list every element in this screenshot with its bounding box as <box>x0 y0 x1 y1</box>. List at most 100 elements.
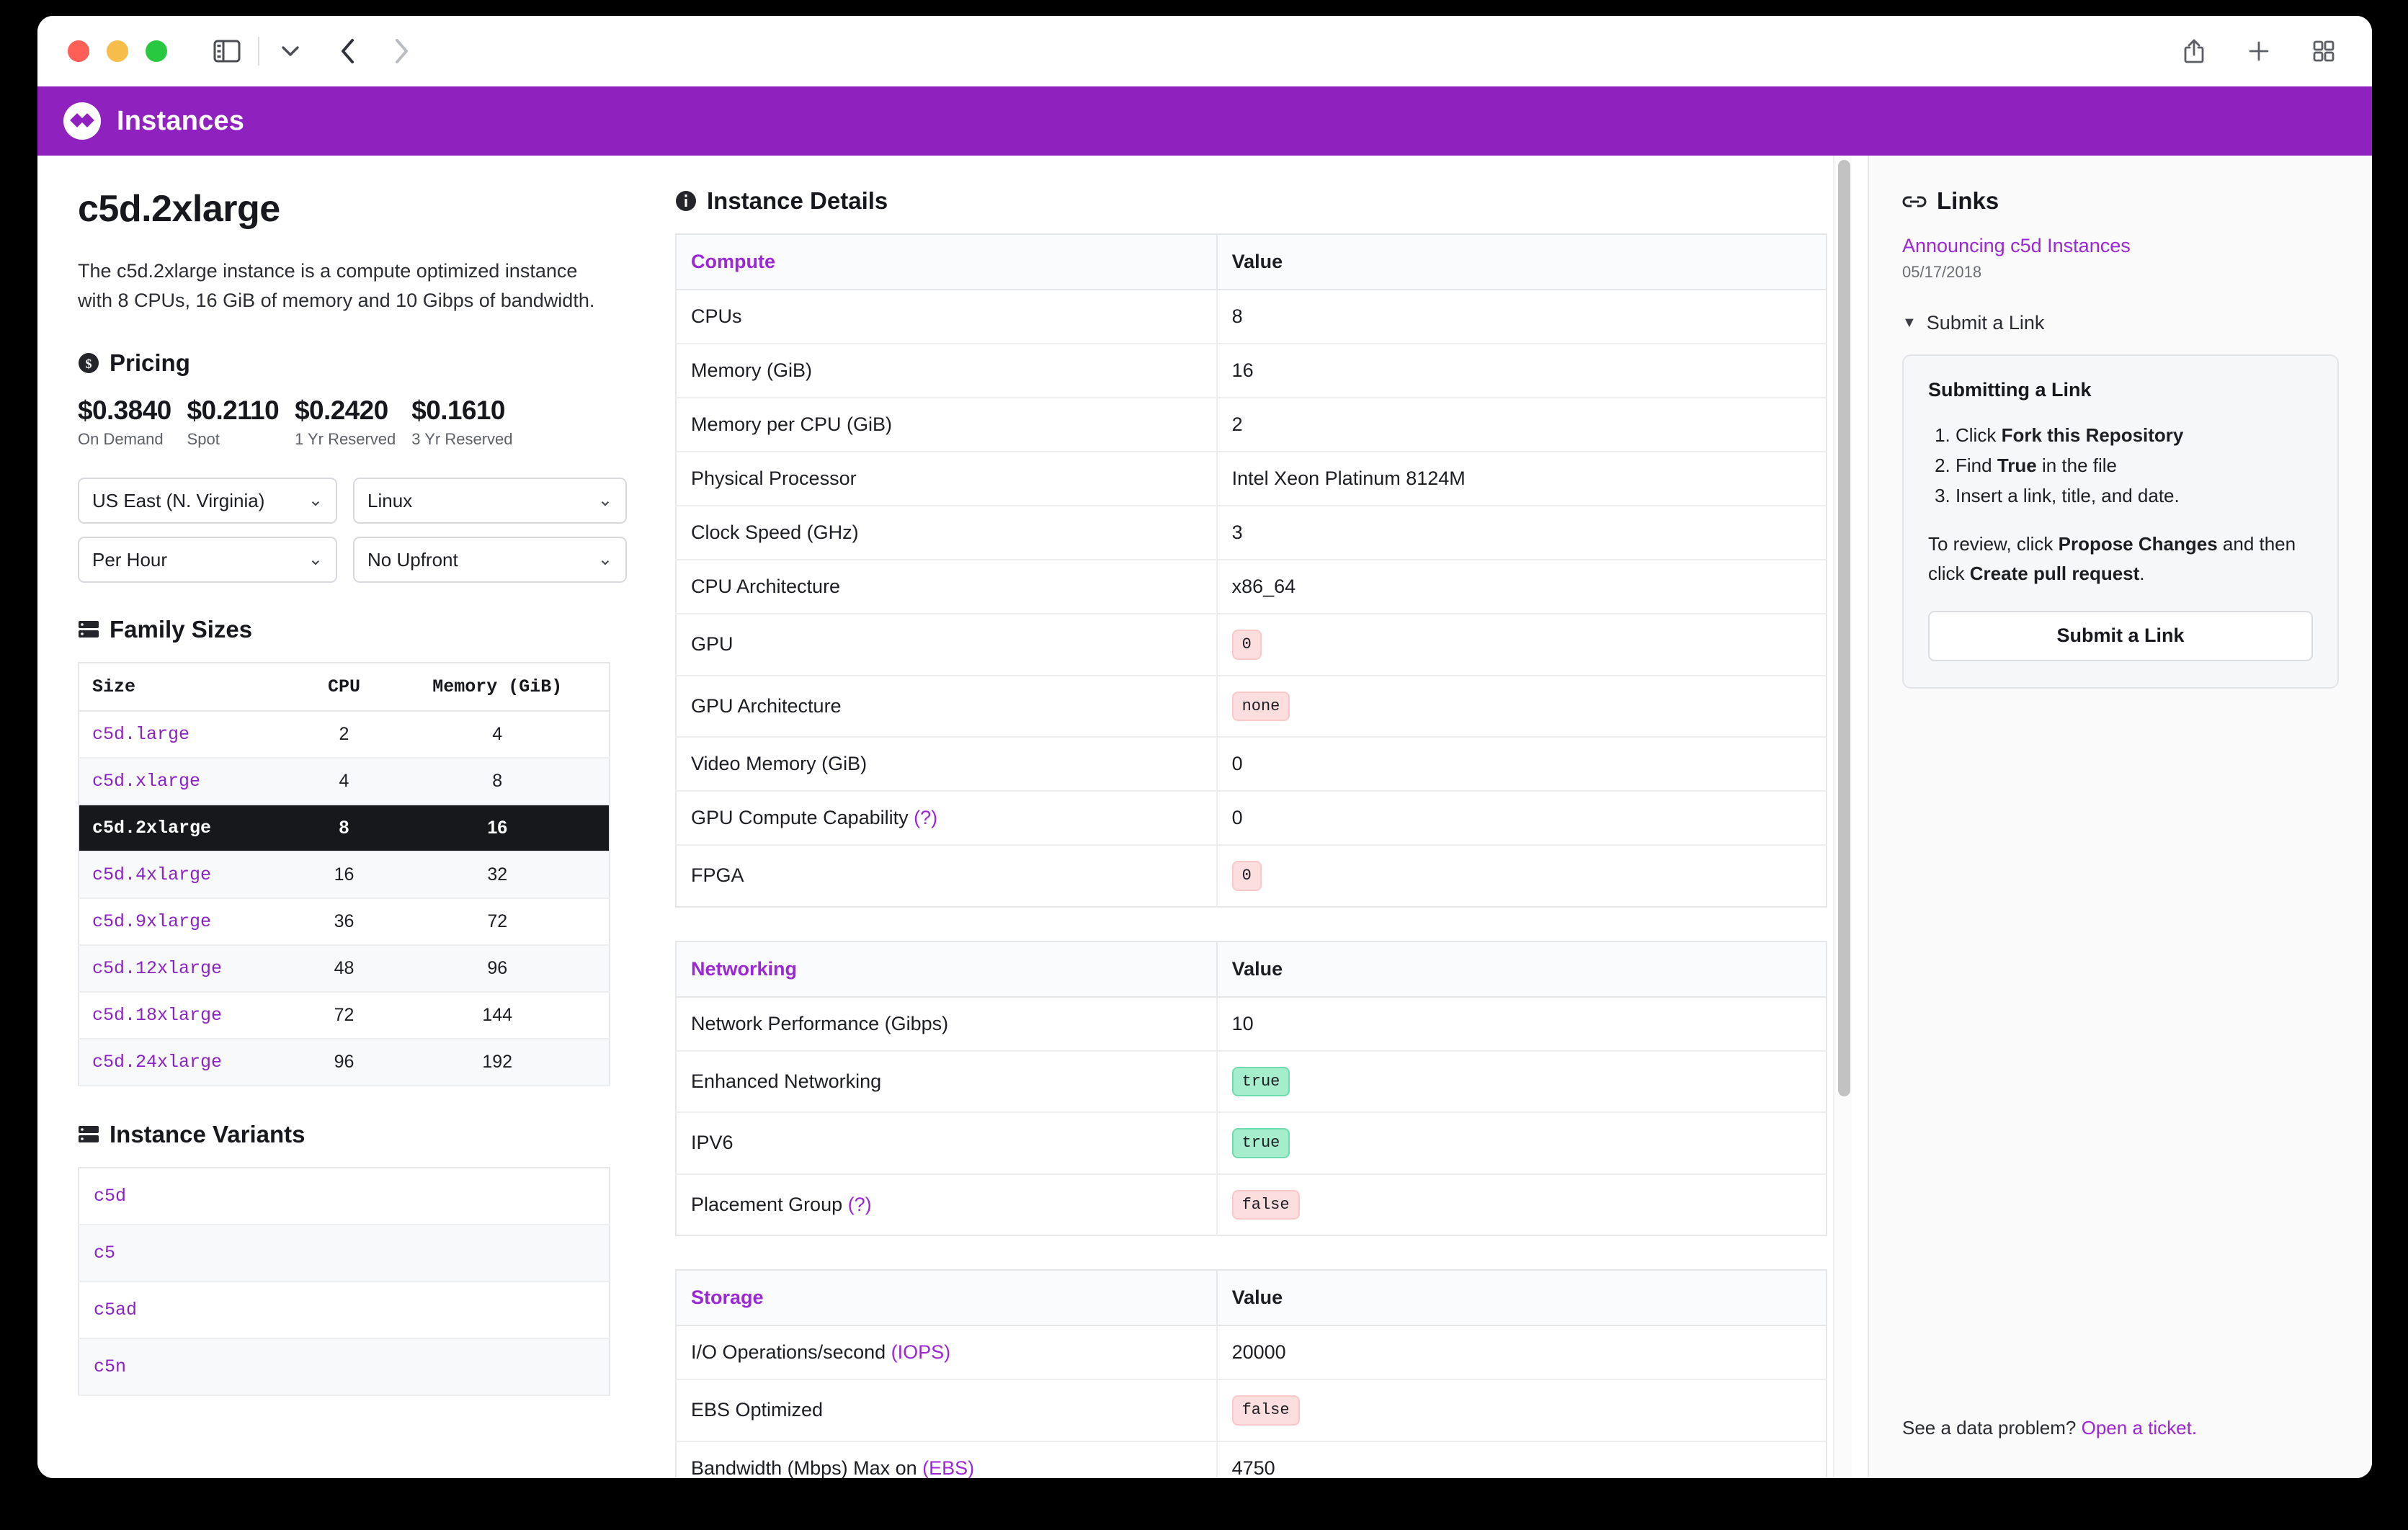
panel-review-text: To review, click Propose Changes and the… <box>1928 529 2313 588</box>
list-item[interactable]: c5 <box>79 1225 610 1281</box>
row-label: Memory (GiB) <box>676 344 1217 398</box>
open-a-ticket-link[interactable]: Open a ticket. <box>2082 1417 2197 1439</box>
status-badge: true <box>1232 1128 1290 1158</box>
pricing-figures: $0.3840 On Demand $0.2110 Spot $0.2420 1… <box>78 395 610 449</box>
row-label: Bandwidth (Mbps) Max on <box>691 1457 922 1479</box>
sidebar-toggle-button[interactable] <box>208 32 246 71</box>
instance-details-heading: Instance Details <box>675 187 1827 215</box>
family-cpu: 36 <box>303 898 386 945</box>
variant-link[interactable]: c5n <box>79 1338 610 1395</box>
sidebar-menu-button[interactable] <box>271 32 310 71</box>
price-label: On Demand <box>78 430 171 449</box>
forward-button[interactable] <box>382 32 421 71</box>
scrollbar-thumb[interactable] <box>1838 160 1850 1096</box>
browser-titlebar <box>37 16 2372 86</box>
family-cpu: 4 <box>303 758 386 805</box>
table-header-row: Networking Value <box>676 941 1827 997</box>
col-cpu: CPU <box>303 663 386 711</box>
table-row[interactable]: c5d.xlarge 4 8 <box>79 758 610 805</box>
app-header: Instances <box>37 86 2372 156</box>
help-hint-link[interactable]: (?) <box>914 807 937 828</box>
family-sizes-table: Size CPU Memory (GiB) c5d.large 2 4 c5d.… <box>78 662 610 1086</box>
data-problem-footer: See a data problem? Open a ticket. <box>1902 1417 2197 1439</box>
row-value: x86_64 <box>1217 560 1827 614</box>
row-value: 10 <box>1217 997 1827 1051</box>
ebs-link[interactable]: (EBS) <box>922 1457 974 1479</box>
variant-link[interactable]: c5d <box>79 1168 610 1225</box>
family-size-link[interactable]: c5d.18xlarge <box>79 992 303 1039</box>
price-1yr-reserved: $0.2420 1 Yr Reserved <box>295 395 396 449</box>
family-size-link[interactable]: c5d.2xlarge <box>79 805 303 851</box>
table-row[interactable]: c5d.12xlarge 48 96 <box>79 945 610 992</box>
payment-select[interactable]: No Upfront ⌄ <box>353 537 627 583</box>
browser-window: Instances c5d.2xlarge The c5d.2xlarge in… <box>37 16 2372 1478</box>
family-size-link[interactable]: c5d.12xlarge <box>79 945 303 992</box>
submit-a-link-button[interactable]: Submit a Link <box>1928 611 2313 661</box>
share-icon <box>2183 38 2205 64</box>
family-memory: 16 <box>385 805 610 851</box>
family-size-link[interactable]: c5d.4xlarge <box>79 851 303 898</box>
main-scrollbar[interactable] <box>1833 156 1852 1478</box>
table-row[interactable]: c5d.large 2 4 <box>79 711 610 758</box>
family-size-link[interactable]: c5d.large <box>79 711 303 758</box>
row-label: Enhanced Networking <box>676 1051 1217 1113</box>
price-amount: $0.2110 <box>187 395 280 426</box>
table-row-selected[interactable]: c5d.2xlarge 8 16 <box>79 805 610 851</box>
row-label-cell: Placement Group (?) <box>676 1174 1217 1236</box>
table-row: FPGA 0 <box>676 845 1827 907</box>
minimize-window-button[interactable] <box>107 40 128 62</box>
maximize-window-button[interactable] <box>146 40 167 62</box>
family-memory: 96 <box>385 945 610 992</box>
sidebar-toggle-icon <box>213 40 241 63</box>
triangle-down-icon: ▼ <box>1902 315 1917 331</box>
submit-link-disclosure[interactable]: ▼ Submit a Link <box>1902 312 2339 334</box>
toolbar-divider <box>258 37 259 66</box>
price-label: 1 Yr Reserved <box>295 430 396 449</box>
region-select[interactable]: US East (N. Virginia) ⌄ <box>78 478 337 524</box>
family-sizes-heading-label: Family Sizes <box>110 616 252 643</box>
toolbar-right-actions <box>2175 32 2343 71</box>
period-select[interactable]: Per Hour ⌄ <box>78 537 337 583</box>
os-select[interactable]: Linux ⌄ <box>353 478 627 524</box>
family-memory: 144 <box>385 992 610 1039</box>
announcement-link[interactable]: Announcing c5d Instances <box>1902 235 2131 256</box>
window-controls <box>68 40 167 62</box>
new-tab-button[interactable] <box>2239 32 2278 71</box>
table-row: Placement Group (?) false <box>676 1174 1827 1236</box>
family-memory: 72 <box>385 898 610 945</box>
family-cpu: 96 <box>303 1039 386 1086</box>
row-value: 8 <box>1217 290 1827 344</box>
panel-title: Submitting a Link <box>1928 379 2313 401</box>
row-label: Network Performance (Gibps) <box>676 997 1217 1051</box>
share-button[interactable] <box>2175 32 2213 71</box>
table-row[interactable]: c5d.24xlarge 96 192 <box>79 1039 610 1086</box>
step-bold: Fork this Repository <box>2002 424 2184 446</box>
table-row[interactable]: c5d.4xlarge 16 32 <box>79 851 610 898</box>
tab-overview-button[interactable] <box>2304 32 2343 71</box>
table-row: CPUs 8 <box>676 290 1827 344</box>
table-row[interactable]: c5d.9xlarge 36 72 <box>79 898 610 945</box>
chevron-down-icon: ⌄ <box>308 492 323 509</box>
iops-link[interactable]: (IOPS) <box>891 1341 951 1363</box>
status-badge: 0 <box>1232 861 1262 891</box>
family-cpu: 8 <box>303 805 386 851</box>
row-label-cell: GPU Compute Capability (?) <box>676 791 1217 845</box>
list-item[interactable]: c5n <box>79 1338 610 1395</box>
networking-key-header: Networking <box>676 941 1217 997</box>
family-size-link[interactable]: c5d.xlarge <box>79 758 303 805</box>
list-item[interactable]: c5ad <box>79 1281 610 1338</box>
os-select-value: Linux <box>367 490 412 512</box>
back-button[interactable] <box>329 32 367 71</box>
variant-link[interactable]: c5 <box>79 1225 610 1281</box>
family-size-link[interactable]: c5d.24xlarge <box>79 1039 303 1086</box>
list-item[interactable]: c5d <box>79 1168 610 1225</box>
table-row[interactable]: c5d.18xlarge 72 144 <box>79 992 610 1039</box>
family-cpu: 16 <box>303 851 386 898</box>
family-size-link[interactable]: c5d.9xlarge <box>79 898 303 945</box>
instances-logo-icon[interactable] <box>63 102 101 140</box>
row-label: GPU Compute Capability <box>691 807 909 828</box>
left-column: c5d.2xlarge The c5d.2xlarge instance is … <box>37 156 646 1478</box>
variant-link[interactable]: c5ad <box>79 1281 610 1338</box>
close-window-button[interactable] <box>68 40 89 62</box>
help-hint-link[interactable]: (?) <box>848 1194 872 1215</box>
